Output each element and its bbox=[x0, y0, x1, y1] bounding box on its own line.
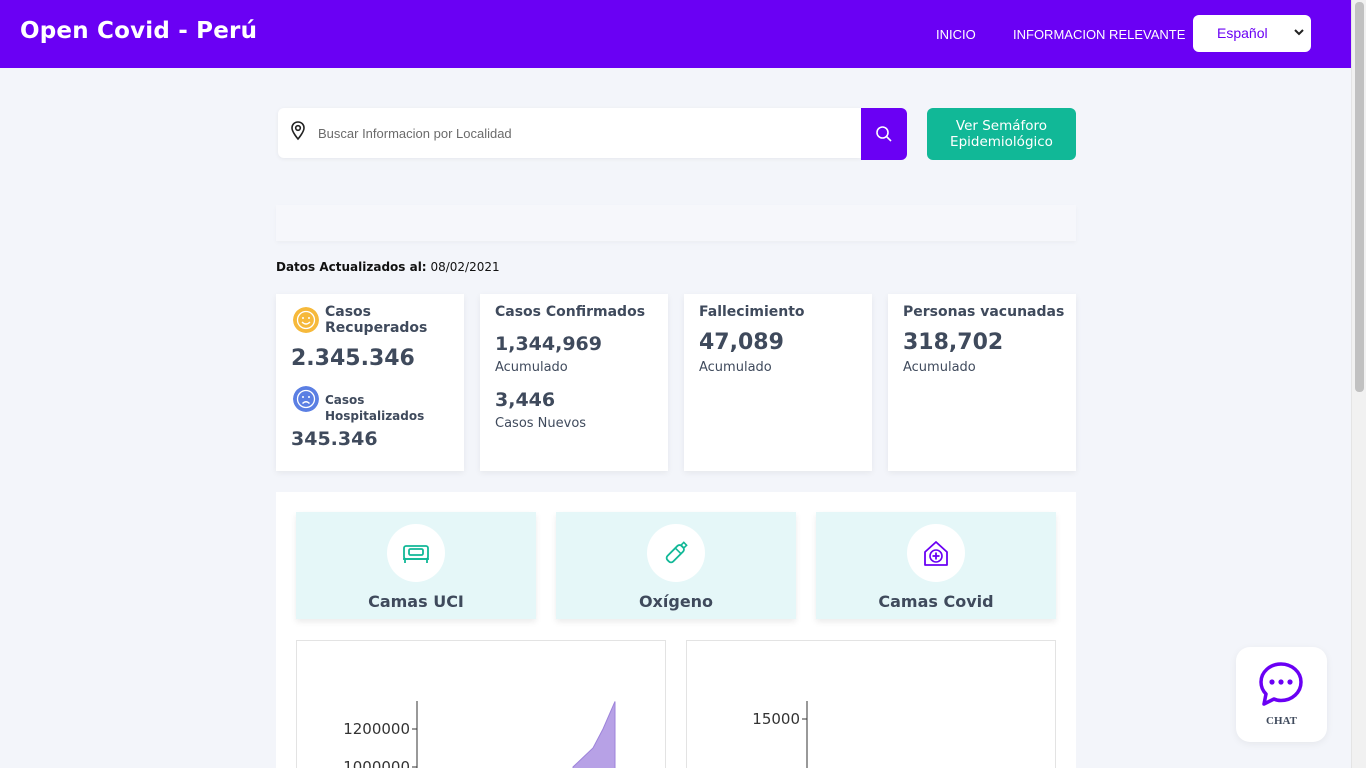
brand-title[interactable]: Open Covid - Perú bbox=[20, 18, 257, 44]
card-vacunados: Personas vacunadas 318,702 Acumulado bbox=[888, 294, 1076, 471]
card-fallecimiento: Fallecimiento 47,089 Acumulado bbox=[684, 294, 872, 471]
hospitalizados-title: Casos Hospitalizados bbox=[325, 393, 425, 423]
resource-icon-circle bbox=[647, 524, 705, 582]
semaforo-button[interactable]: Ver Semáforo Epidemiológico bbox=[927, 108, 1076, 160]
oxygen-tank-icon bbox=[665, 541, 688, 564]
updated-date: Datos Actualizados al: 08/02/2021 bbox=[276, 260, 500, 274]
chart-nuevos: 15000 bbox=[686, 640, 1056, 768]
resource-icon-circle bbox=[907, 524, 965, 582]
vacunados-title: Personas vacunadas bbox=[903, 304, 1065, 320]
search-box bbox=[278, 108, 861, 158]
chart-confirmados: 1200000 1000000 bbox=[296, 640, 666, 768]
fallecimiento-label: Acumulado bbox=[699, 360, 772, 375]
smile-face-icon bbox=[293, 307, 319, 333]
y-tick-label: 15000 bbox=[752, 710, 800, 728]
confirmados-title: Casos Confirmados bbox=[495, 304, 646, 320]
search-button[interactable] bbox=[861, 108, 907, 160]
resource-oxigeno[interactable]: Oxígeno bbox=[556, 512, 796, 619]
location-pin-icon bbox=[291, 121, 305, 141]
nav-informacion-link[interactable]: INFORMACION RELEVANTE bbox=[1013, 27, 1185, 42]
resource-label: Camas Covid bbox=[878, 592, 994, 611]
recuperados-title: Casos Recuperados bbox=[325, 304, 428, 336]
language-select[interactable]: Español bbox=[1193, 15, 1311, 52]
resource-camas-uci[interactable]: Camas UCI bbox=[296, 512, 536, 619]
y-tick-label: 1200000 bbox=[343, 720, 410, 738]
vacunados-value: 318,702 bbox=[903, 330, 1004, 355]
chat-label: CHAT bbox=[1266, 715, 1297, 727]
chart1-svg: 1200000 1000000 bbox=[343, 701, 616, 768]
y-tick-label: 1000000 bbox=[343, 758, 410, 768]
chart2-svg: 15000 bbox=[752, 701, 808, 768]
resource-camas-covid[interactable]: Camas Covid bbox=[816, 512, 1056, 619]
bed-icon bbox=[403, 545, 429, 563]
vacunados-label: Acumulado bbox=[903, 360, 976, 375]
hospital-icon bbox=[924, 541, 948, 566]
fallecimiento-value: 47,089 bbox=[699, 330, 784, 355]
area-series bbox=[572, 701, 616, 768]
chat-button[interactable]: CHAT bbox=[1236, 647, 1327, 742]
confirmados-new-value: 3,446 bbox=[495, 389, 556, 411]
confirmados-value: 1,344,969 bbox=[495, 333, 602, 355]
updated-label: Datos Actualizados al: bbox=[276, 260, 427, 274]
fallecimiento-title: Fallecimiento bbox=[699, 304, 805, 320]
chat-bubble-icon bbox=[1259, 662, 1303, 706]
scroll-thumb[interactable] bbox=[1355, 2, 1364, 392]
card-confirmados: Casos Confirmados 1,344,969 Acumulado 3,… bbox=[480, 294, 668, 471]
chevron-down-icon bbox=[1294, 29, 1304, 36]
resource-label: Oxígeno bbox=[638, 592, 714, 611]
hospitalizados-value: 345.346 bbox=[291, 428, 378, 450]
card-recuperados: Casos Recuperados 2.345.346 Casos Hospit… bbox=[276, 294, 464, 471]
search-icon bbox=[876, 126, 892, 142]
scrollbar[interactable] bbox=[1351, 0, 1366, 768]
language-label: Español bbox=[1217, 25, 1268, 41]
confirmados-acumulado-label: Acumulado bbox=[495, 360, 568, 375]
confirmados-new-label: Casos Nuevos bbox=[495, 416, 587, 431]
top-navbar: Open Covid - Perú INICIO INFORMACION REL… bbox=[0, 0, 1351, 68]
recuperados-value: 2.345.346 bbox=[291, 346, 415, 371]
resource-icon-circle bbox=[387, 524, 445, 582]
updated-value: 08/02/2021 bbox=[430, 260, 500, 274]
search-input[interactable] bbox=[318, 108, 838, 158]
resource-label: Camas UCI bbox=[368, 592, 464, 611]
info-banner bbox=[276, 205, 1076, 241]
nav-inicio-link[interactable]: INICIO bbox=[936, 27, 976, 42]
sad-face-icon bbox=[293, 386, 319, 412]
